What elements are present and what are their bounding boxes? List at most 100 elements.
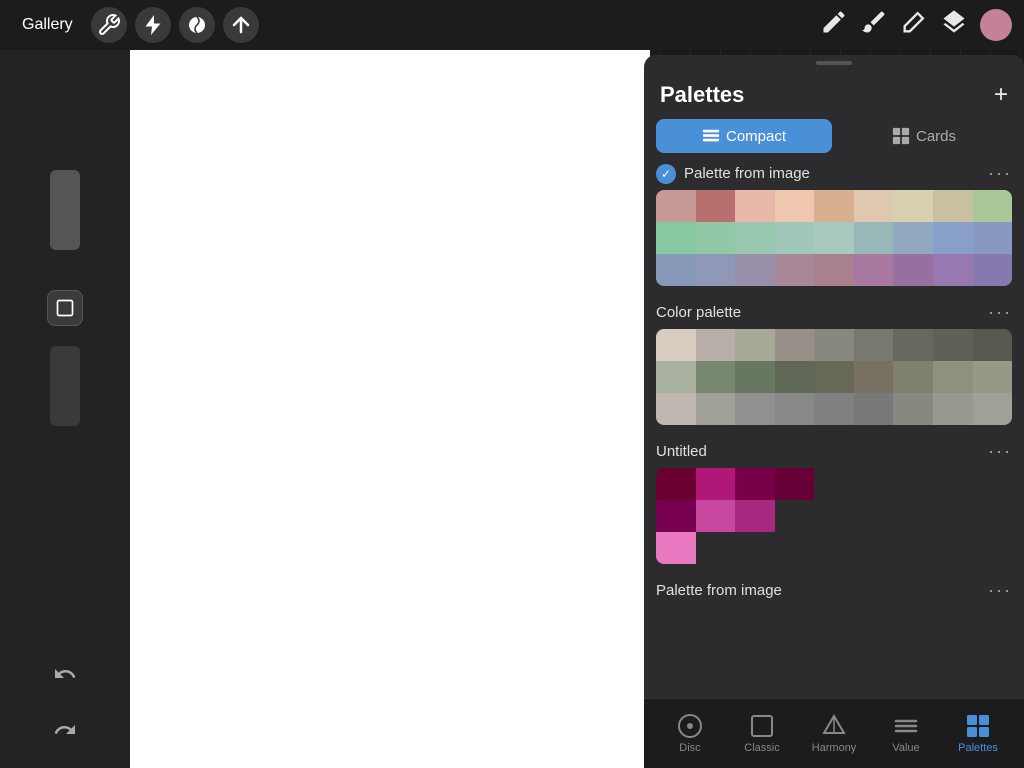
- palette-item-4: Palette from image ···: [656, 580, 1012, 607]
- color-cell[interactable]: [814, 393, 854, 425]
- color-cell[interactable]: [893, 393, 933, 425]
- user-avatar[interactable]: [980, 9, 1012, 41]
- color-cell[interactable]: [656, 254, 696, 286]
- color-cell[interactable]: [973, 361, 1013, 393]
- color-cell[interactable]: [814, 222, 854, 254]
- color-cell[interactable]: [696, 361, 736, 393]
- color-cell[interactable]: [973, 329, 1013, 361]
- pen-tool-icon[interactable]: [820, 8, 848, 42]
- color-cell[interactable]: [696, 190, 736, 222]
- color-cell[interactable]: [775, 254, 815, 286]
- arrow-icon[interactable]: [223, 7, 259, 43]
- wrench-icon[interactable]: [91, 7, 127, 43]
- color-cell[interactable]: [814, 190, 854, 222]
- color-cell[interactable]: [933, 222, 973, 254]
- palette-grid-3[interactable]: [656, 468, 1012, 564]
- color-cell[interactable]: [656, 222, 696, 254]
- color-cell[interactable]: [854, 254, 894, 286]
- palette-more-3[interactable]: ···: [988, 441, 1012, 462]
- color-cell[interactable]: [735, 468, 775, 500]
- color-cell[interactable]: [735, 222, 775, 254]
- color-cell[interactable]: [933, 329, 973, 361]
- left-sidebar: [0, 50, 130, 768]
- color-cell[interactable]: [735, 361, 775, 393]
- add-palette-button[interactable]: +: [994, 81, 1008, 109]
- color-cell[interactable]: [854, 329, 894, 361]
- palette-more-4[interactable]: ···: [988, 580, 1012, 601]
- color-cell[interactable]: [893, 329, 933, 361]
- cards-tab[interactable]: Cards: [836, 119, 1012, 153]
- color-cell[interactable]: [775, 222, 815, 254]
- palette-item-2: Color palette ···: [656, 302, 1012, 425]
- color-cell[interactable]: [775, 190, 815, 222]
- nav-classic[interactable]: Classic: [726, 713, 798, 754]
- nav-disc[interactable]: Disc: [654, 713, 726, 754]
- gallery-button[interactable]: Gallery: [12, 10, 83, 40]
- color-cell[interactable]: [814, 361, 854, 393]
- color-cell[interactable]: [735, 393, 775, 425]
- color-cell[interactable]: [656, 500, 696, 532]
- color-cell[interactable]: [933, 190, 973, 222]
- color-cell[interactable]: [854, 361, 894, 393]
- color-cell[interactable]: [696, 468, 736, 500]
- color-cell[interactable]: [814, 254, 854, 286]
- color-cell[interactable]: [735, 329, 775, 361]
- color-cell[interactable]: [973, 190, 1013, 222]
- nav-harmony[interactable]: Harmony: [798, 713, 870, 754]
- color-cell[interactable]: [656, 190, 696, 222]
- palette-name-4: Palette from image: [656, 582, 782, 599]
- color-cell[interactable]: [735, 190, 775, 222]
- color-cell[interactable]: [775, 468, 815, 500]
- undo-button[interactable]: [53, 662, 77, 692]
- lightning-icon[interactable]: [135, 7, 171, 43]
- palette-grid-2[interactable]: [656, 329, 1012, 425]
- color-cell[interactable]: [973, 254, 1013, 286]
- color-cell[interactable]: [696, 393, 736, 425]
- color-cell[interactable]: [775, 393, 815, 425]
- palette-grid-1[interactable]: [656, 190, 1012, 286]
- nav-value[interactable]: Value: [870, 713, 942, 754]
- redo-button[interactable]: [53, 718, 77, 748]
- opacity-slider[interactable]: [50, 346, 80, 426]
- color-cell[interactable]: [656, 329, 696, 361]
- color-cell[interactable]: [893, 254, 933, 286]
- color-cell[interactable]: [893, 361, 933, 393]
- color-cell[interactable]: [735, 500, 775, 532]
- color-cell[interactable]: [656, 468, 696, 500]
- drawing-canvas[interactable]: [130, 50, 650, 768]
- toolbar-left: Gallery: [12, 7, 259, 43]
- color-cell[interactable]: [973, 222, 1013, 254]
- color-cell-empty: [814, 500, 854, 532]
- color-cell[interactable]: [656, 532, 696, 564]
- color-cell[interactable]: [814, 329, 854, 361]
- nav-palettes[interactable]: Palettes: [942, 713, 1014, 754]
- smudge-icon[interactable]: [179, 7, 215, 43]
- palette-more-2[interactable]: ···: [988, 302, 1012, 323]
- color-cell[interactable]: [973, 393, 1013, 425]
- color-cell[interactable]: [893, 190, 933, 222]
- color-cell[interactable]: [775, 329, 815, 361]
- color-cell[interactable]: [933, 254, 973, 286]
- color-cell[interactable]: [656, 393, 696, 425]
- color-cell[interactable]: [696, 500, 736, 532]
- compact-tab[interactable]: Compact: [656, 119, 832, 153]
- color-cell[interactable]: [933, 361, 973, 393]
- color-cell[interactable]: [696, 329, 736, 361]
- color-cell[interactable]: [696, 222, 736, 254]
- color-cell[interactable]: [735, 254, 775, 286]
- color-cell[interactable]: [775, 361, 815, 393]
- color-cell[interactable]: [893, 222, 933, 254]
- color-cell[interactable]: [656, 361, 696, 393]
- eraser-tool-icon[interactable]: [900, 8, 928, 42]
- color-cell[interactable]: [854, 222, 894, 254]
- brush-tool-icon[interactable]: [860, 8, 888, 42]
- color-cell[interactable]: [854, 190, 894, 222]
- color-cell[interactable]: [696, 254, 736, 286]
- shape-tool-button[interactable]: [47, 290, 83, 326]
- brush-size-slider[interactable]: [50, 170, 80, 250]
- color-cell[interactable]: [933, 393, 973, 425]
- layers-icon[interactable]: [940, 8, 968, 42]
- palette-more-1[interactable]: ···: [988, 163, 1012, 184]
- palette-check-1[interactable]: ✓: [656, 164, 676, 184]
- color-cell[interactable]: [854, 393, 894, 425]
